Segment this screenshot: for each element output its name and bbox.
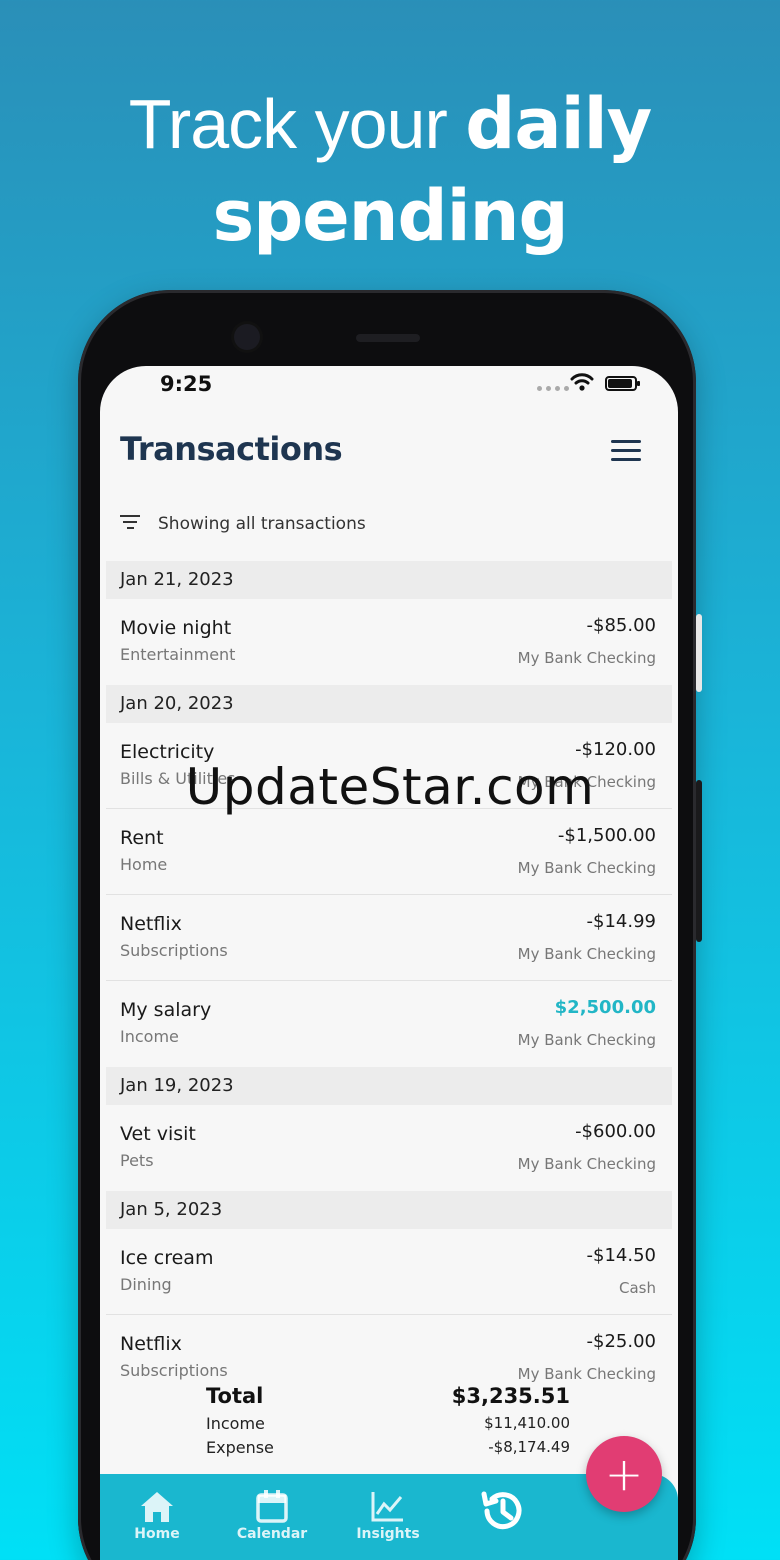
watermark: UpdateStar.com [185,758,595,816]
txn-account: My Bank Checking [517,1155,656,1173]
phone-side-button [696,614,702,692]
list-item[interactable]: Ice cream Dining -$14.50 Cash [106,1229,672,1315]
txn-account: My Bank Checking [517,859,656,877]
txn-name: Vet visit [120,1123,196,1145]
list-item[interactable]: Netflix Subscriptions -$25.00 My Bank Ch… [106,1315,672,1401]
txn-name: Movie night [120,617,232,639]
txn-amount-income: $2,500.00 [554,997,656,1018]
date-header: Jan 20, 2023 [106,685,672,723]
txn-category: Dining [120,1275,172,1294]
date-header: Jan 5, 2023 [106,1191,672,1229]
calendar-icon [256,1490,288,1523]
txn-amount: -$25.00 [586,1331,656,1352]
expense-value: -$8,174.49 [488,1438,570,1456]
hamburger-menu-icon[interactable] [611,440,641,462]
tab-label: Insights [356,1526,420,1542]
txn-category: Entertainment [120,645,236,664]
txn-account: My Bank Checking [517,945,656,963]
headline: Track your daily spending [0,78,780,262]
date-header: Jan 19, 2023 [106,1067,672,1105]
tab-home[interactable]: Home [102,1488,212,1542]
total-label: Total [206,1384,264,1408]
txn-amount: -$1,500.00 [557,825,656,846]
list-item[interactable]: Vet visit Pets -$600.00 My Bank Checking [106,1105,672,1191]
home-icon [141,1492,173,1522]
txn-name: Rent [120,827,164,849]
txn-name: Ice cream [120,1247,214,1269]
tab-label: Home [134,1526,180,1542]
battery-icon [605,376,640,391]
list-item[interactable]: My salary Income $2,500.00 My Bank Check… [106,981,672,1067]
transaction-list: Jan 21, 2023 Movie night Entertainment -… [106,561,672,1401]
txn-category: Home [120,855,168,874]
signal-icon [537,386,569,391]
txn-category: Subscriptions [120,1361,228,1380]
add-transaction-button[interactable]: + [586,1436,662,1512]
txn-amount: -$600.00 [575,1121,656,1142]
filter-bar[interactable]: Showing all transactions [120,514,366,534]
tab-label: Calendar [236,1526,308,1542]
app-screen: 9:25 Transactions Showing all transactio… [100,366,678,1560]
status-bar: 9:25 [100,366,678,406]
status-time: 9:25 [160,372,213,396]
headline-light: Track your [128,85,466,163]
txn-account: My Bank Checking [517,1031,656,1049]
total-value: $3,235.51 [451,1384,570,1408]
history-icon [481,1491,522,1530]
list-item[interactable]: Rent Home -$1,500.00 My Bank Checking [106,809,672,895]
income-label: Income [206,1414,265,1433]
txn-amount: -$85.00 [586,615,656,636]
txn-name: Netflix [120,1333,182,1355]
txn-category: Subscriptions [120,941,228,960]
tab-calendar[interactable]: Calendar [217,1488,327,1542]
page-title: Transactions [120,430,343,468]
txn-account: My Bank Checking [517,1365,656,1383]
income-value: $11,410.00 [484,1414,570,1432]
txn-category: Pets [120,1151,154,1170]
date-header: Jan 21, 2023 [106,561,672,599]
list-item[interactable]: Netflix Subscriptions -$14.99 My Bank Ch… [106,895,672,981]
txn-account: My Bank Checking [517,649,656,667]
txn-name: My salary [120,999,212,1021]
txn-amount: -$120.00 [575,739,656,760]
speaker-grill [356,334,420,342]
wifi-icon [570,373,594,391]
camera-icon [234,324,260,350]
txn-amount: -$14.99 [586,911,656,932]
filter-icon [120,515,140,533]
txn-name: Netflix [120,913,182,935]
chart-icon [371,1492,403,1522]
txn-account: Cash [619,1279,656,1297]
headline-bold-1: daily [465,83,652,165]
filter-label: Showing all transactions [158,514,366,534]
expense-label: Expense [206,1438,274,1457]
headline-bold-2: spending [212,175,568,257]
tab-insights[interactable]: Insights [333,1488,443,1542]
list-item[interactable]: Movie night Entertainment -$85.00 My Ban… [106,599,672,685]
txn-amount: -$14.50 [586,1245,656,1266]
txn-category: Income [120,1027,179,1046]
tab-history[interactable] [448,1484,558,1540]
